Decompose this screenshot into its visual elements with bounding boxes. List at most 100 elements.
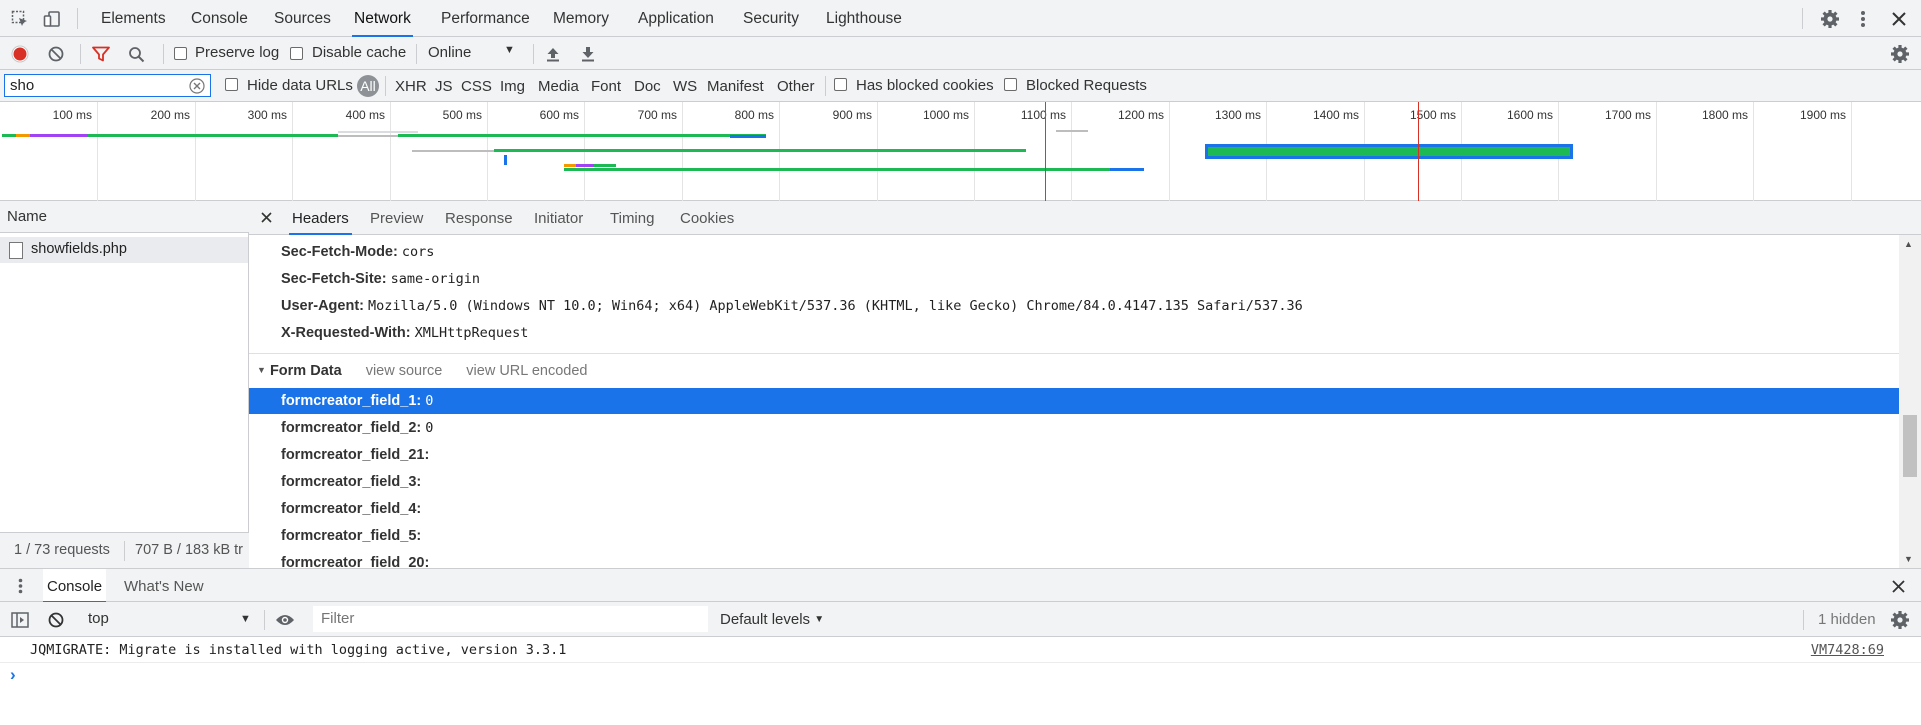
preserve-log-checkbox[interactable] — [174, 47, 187, 60]
network-filter-bar: Hide data URLs All XHR JS CSS Img Media … — [0, 70, 1921, 102]
tab-response[interactable]: Response — [442, 201, 516, 235]
filter-icon[interactable] — [91, 44, 111, 64]
waterfall-bar — [338, 135, 398, 137]
view-url-encoded-link[interactable]: view URL encoded — [466, 363, 587, 379]
transfer-size: 707 B / 183 kB tr — [135, 542, 244, 558]
clear-icon[interactable] — [46, 44, 66, 64]
timeline-tick-label: 1400 ms — [1312, 108, 1359, 122]
tab-network[interactable]: Network — [352, 0, 413, 37]
tab-preview[interactable]: Preview — [367, 201, 426, 235]
tab-sources[interactable]: Sources — [272, 0, 333, 37]
timeline-gridline — [195, 102, 196, 201]
chevron-down-icon: ▼ — [504, 44, 515, 56]
tab-lighthouse[interactable]: Lighthouse — [824, 0, 904, 37]
scrollbar-thumb[interactable] — [1903, 415, 1917, 477]
form-data-row[interactable]: formcreator_field_20: — [249, 550, 1899, 568]
more-options-icon[interactable] — [1855, 8, 1871, 30]
drawer-tab-whats-new[interactable]: What's New — [121, 569, 207, 603]
filter-doc-button[interactable]: Doc — [634, 78, 661, 95]
drawer-tab-console[interactable]: Console — [43, 569, 107, 603]
filter-js-button[interactable]: JS — [435, 78, 453, 95]
scroll-down-arrow-icon[interactable]: ▼ — [1904, 554, 1913, 564]
tab-elements[interactable]: Elements — [99, 0, 168, 37]
tab-cookies[interactable]: Cookies — [677, 201, 737, 235]
clear-filter-icon[interactable] — [188, 77, 206, 95]
show-sidebar-icon[interactable] — [10, 610, 30, 630]
view-source-link[interactable]: view source — [366, 363, 443, 379]
timeline-tick-label: 300 ms — [247, 108, 287, 122]
scroll-up-arrow-icon[interactable]: ▲ — [1904, 239, 1913, 249]
header-value: Mozilla/5.0 (Windows NT 10.0; Win64; x64… — [368, 298, 1303, 314]
console-settings-gear-icon[interactable] — [1889, 609, 1911, 631]
filter-xhr-button[interactable]: XHR — [395, 78, 427, 95]
device-toolbar-icon[interactable] — [42, 9, 62, 29]
network-settings-gear-icon[interactable] — [1889, 43, 1911, 65]
tab-application[interactable]: Application — [636, 0, 716, 37]
inspect-element-icon[interactable] — [10, 9, 30, 29]
disable-cache-checkbox[interactable] — [290, 47, 303, 60]
throttling-select[interactable]: Online ▼ — [428, 42, 518, 66]
request-details-panel: Headers Preview Response Initiator Timin… — [249, 201, 1921, 568]
tab-security[interactable]: Security — [741, 0, 801, 37]
form-field-value: 0 — [425, 420, 434, 436]
network-overview-timeline[interactable]: 100 ms 200 ms 300 ms 400 ms 500 ms 600 ms 700 … — [0, 102, 1921, 201]
filter-img-button[interactable]: Img — [500, 78, 525, 95]
filter-other-button[interactable]: Other — [777, 78, 815, 95]
has-blocked-cookies-checkbox[interactable] — [834, 78, 847, 91]
form-data-row[interactable]: formcreator_field_4: — [249, 496, 1899, 522]
filter-input[interactable] — [4, 74, 211, 97]
console-message-source-link[interactable]: VM7428:69 — [1811, 642, 1884, 658]
tab-initiator[interactable]: Initiator — [531, 201, 586, 235]
tab-memory[interactable]: Memory — [551, 0, 611, 37]
header-row: Sec-Fetch-Site: same-origin — [281, 266, 480, 292]
form-data-row[interactable]: formcreator_field_2: 0 — [249, 415, 1899, 441]
header-key: Sec-Fetch-Mode: — [281, 244, 398, 260]
context-value: top — [88, 610, 109, 627]
context-selector[interactable]: top ▼ — [80, 607, 255, 631]
log-levels-dropdown[interactable]: Default levels ▼ — [720, 608, 824, 632]
timeline-tick-label: 600 ms — [539, 108, 579, 122]
live-expression-eye-icon[interactable] — [274, 610, 296, 630]
tab-performance[interactable]: Performance — [439, 0, 532, 37]
close-details-icon[interactable] — [259, 210, 273, 224]
timeline-tick-label: 700 ms — [637, 108, 677, 122]
filter-font-button[interactable]: Font — [591, 78, 621, 95]
hide-data-urls-checkbox[interactable] — [225, 78, 238, 91]
details-scrollbar[interactable]: ▲ ▼ — [1899, 235, 1921, 568]
form-data-row[interactable]: formcreator_field_5: — [249, 523, 1899, 549]
filter-ws-button[interactable]: WS — [673, 78, 697, 95]
console-prompt-icon[interactable]: › — [10, 665, 16, 685]
tab-console[interactable]: Console — [189, 0, 250, 37]
request-count: 1 / 73 requests — [14, 542, 110, 558]
waterfall-bar — [594, 164, 616, 167]
request-row[interactable]: showfields.php — [0, 237, 248, 263]
console-filter-input[interactable] — [313, 606, 708, 632]
name-column-header[interactable]: Name — [0, 201, 249, 233]
close-devtools-icon[interactable] — [1888, 8, 1910, 30]
form-field-key: formcreator_field_20: — [281, 555, 430, 568]
form-data-row[interactable]: formcreator_field_3: — [249, 469, 1899, 495]
console-messages[interactable]: JQMIGRATE: Migrate is installed with log… — [0, 637, 1921, 725]
filter-css-button[interactable]: CSS — [461, 78, 492, 95]
form-data-section-header[interactable]: ▼ Form Data view source view URL encoded — [257, 358, 587, 384]
blocked-requests-checkbox[interactable] — [1004, 78, 1017, 91]
tab-headers[interactable]: Headers — [289, 201, 352, 235]
clear-console-icon[interactable] — [46, 610, 66, 630]
search-icon[interactable] — [126, 44, 146, 64]
export-har-icon[interactable] — [578, 44, 598, 64]
settings-gear-icon[interactable] — [1819, 8, 1841, 30]
form-data-row[interactable]: formcreator_field_21: — [249, 442, 1899, 468]
close-drawer-icon[interactable] — [1890, 578, 1906, 594]
filter-all-button[interactable]: All — [357, 75, 379, 97]
import-har-icon[interactable] — [543, 44, 563, 64]
waterfall-bar — [564, 168, 1144, 171]
drawer-menu-icon[interactable] — [14, 576, 26, 596]
record-icon[interactable] — [10, 44, 30, 64]
tab-timing[interactable]: Timing — [607, 201, 657, 235]
waterfall-bar — [504, 155, 507, 165]
form-data-row[interactable]: formcreator_field_1: 0 — [249, 388, 1899, 414]
filter-media-button[interactable]: Media — [538, 78, 579, 95]
request-name: showfields.php — [31, 241, 127, 257]
filter-manifest-button[interactable]: Manifest — [707, 78, 764, 95]
timeline-tick-label: 1300 ms — [1214, 108, 1261, 122]
